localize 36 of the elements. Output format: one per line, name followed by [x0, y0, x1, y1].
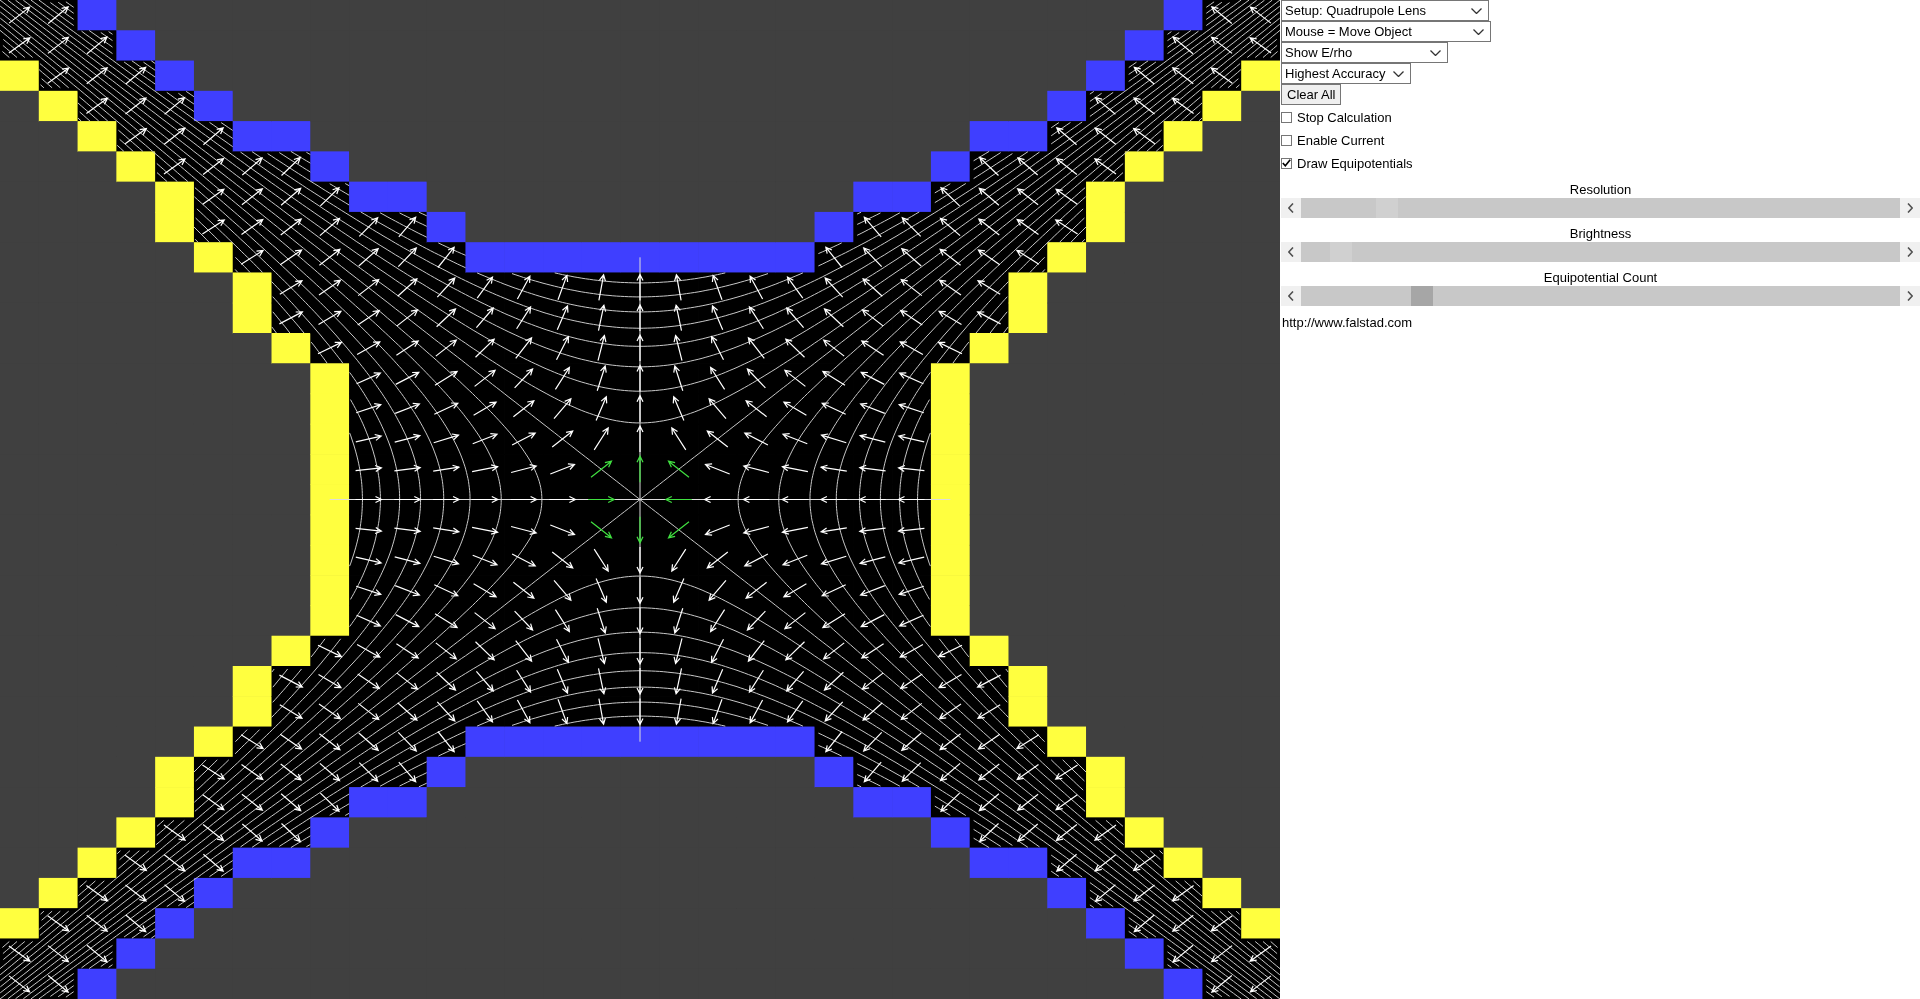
scroll-left-button[interactable]	[1281, 198, 1301, 218]
dropdown[interactable]: Highest Accuracy	[1281, 63, 1411, 84]
caret-icon	[1430, 49, 1441, 56]
checkbox-label[interactable]: Draw Equipotentials	[1297, 155, 1413, 171]
website-link[interactable]: http://www.falstad.com	[1282, 315, 1413, 330]
chevron-left-icon	[1288, 247, 1294, 257]
scroll-left-button[interactable]	[1281, 286, 1301, 306]
checkbox[interactable]	[1281, 111, 1292, 123]
scroll-right-button[interactable]	[1900, 286, 1920, 306]
checkbox-label[interactable]: Stop Calculation	[1297, 109, 1392, 125]
dropdown[interactable]: Setup: Quadrupole Lens	[1281, 0, 1489, 21]
chevron-right-icon	[1907, 247, 1913, 257]
scroll-left-button[interactable]	[1281, 242, 1301, 262]
scroll-right-button[interactable]	[1900, 242, 1920, 262]
slider-label: Brightness	[1568, 225, 1633, 242]
checkbox[interactable]	[1281, 157, 1292, 169]
field-plot-drawing[interactable]	[0, 0, 1280, 999]
slider-label: Resolution	[1568, 181, 1633, 198]
dropdown[interactable]: Show E/rho	[1281, 42, 1448, 63]
caret-icon	[1471, 7, 1482, 14]
slider-thumb[interactable]	[1376, 198, 1398, 218]
chevron-right-icon	[1907, 291, 1913, 301]
slider-thumb[interactable]	[1410, 286, 1433, 306]
slider-thumb[interactable]	[1329, 242, 1352, 262]
checkbox[interactable]	[1281, 134, 1292, 146]
dropdown[interactable]: Mouse = Move Object	[1281, 21, 1491, 42]
chevron-left-icon	[1288, 203, 1294, 213]
scroll-right-button[interactable]	[1900, 198, 1920, 218]
caret-icon	[1473, 28, 1484, 35]
checkbox-label[interactable]: Enable Current	[1297, 132, 1385, 148]
chevron-right-icon	[1907, 203, 1913, 213]
clear-all-button[interactable]: Clear All	[1281, 84, 1342, 105]
slider-label: Equipotential Count	[1542, 269, 1659, 286]
chevron-left-icon	[1288, 291, 1294, 301]
caret-icon	[1393, 70, 1404, 77]
checkmark-icon	[1282, 159, 1291, 167]
